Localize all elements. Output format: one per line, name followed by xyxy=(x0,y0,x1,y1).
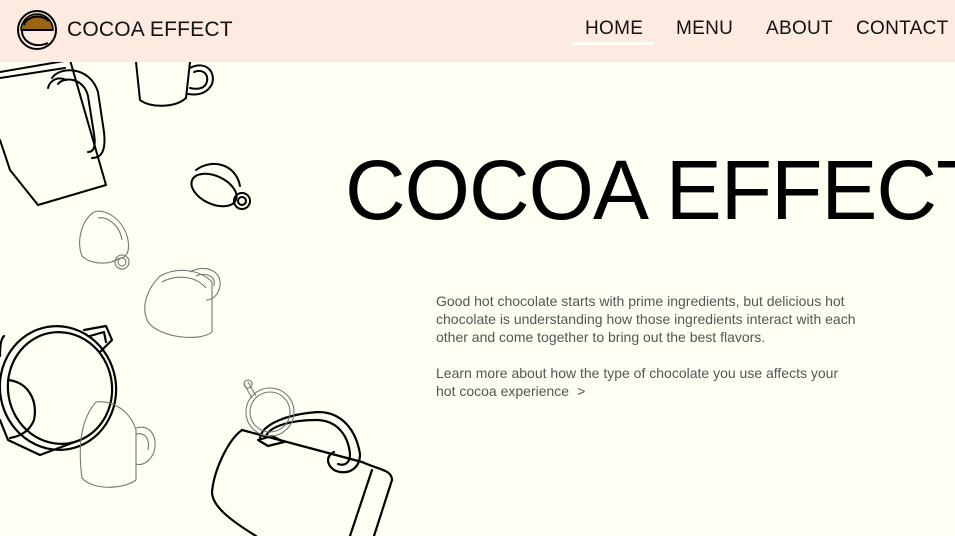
nav-contact[interactable]: CONTACT xyxy=(856,18,949,40)
cup-illustration xyxy=(79,210,130,270)
mug-illustration xyxy=(0,324,118,457)
nav-home[interactable]: HOME xyxy=(585,18,643,40)
hero-text: Good hot chocolate starts with prime ing… xyxy=(436,292,856,400)
brand-name: COCOA EFFECT xyxy=(67,18,233,41)
active-nav-indicator xyxy=(572,42,653,45)
hero-title: COCOA EFFECT xyxy=(345,143,955,237)
mug-illustration xyxy=(210,410,394,536)
cup-illustration xyxy=(135,61,214,107)
hero-paragraph: Good hot chocolate starts with prime ing… xyxy=(436,293,856,345)
cup-illustration xyxy=(243,379,295,437)
brand[interactable]: COCOA EFFECT xyxy=(16,9,233,51)
learn-more-link[interactable]: Learn more about how the type of chocola… xyxy=(436,365,838,399)
mug-illustration xyxy=(0,59,107,206)
cup-illustration xyxy=(79,401,156,488)
cocoa-logo-icon xyxy=(17,10,57,50)
nav-about[interactable]: ABOUT xyxy=(766,18,833,40)
nav-menu[interactable]: MENU xyxy=(676,18,733,40)
chevron-right-icon[interactable]: > xyxy=(577,383,585,399)
cup-illustration xyxy=(144,268,221,338)
cup-illustration xyxy=(190,162,251,210)
learn-more: Learn more about how the type of chocola… xyxy=(436,364,856,400)
mug-illustrations xyxy=(0,59,394,536)
navbar: COCOA EFFECT HOME MENU ABOUT CONTACT xyxy=(0,0,955,62)
